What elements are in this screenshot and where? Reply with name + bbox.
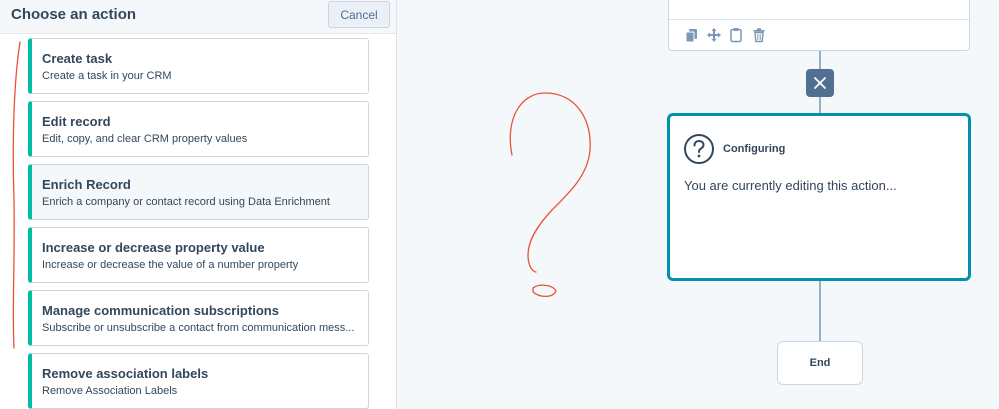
action-description: Enrich a company or contact record using… xyxy=(42,196,330,208)
action-description: Edit, copy, and clear CRM property value… xyxy=(42,133,248,145)
connector-line xyxy=(819,51,821,69)
action-title: Create task xyxy=(42,51,113,66)
connector-line xyxy=(819,281,821,341)
action-enrich-record[interactable]: Enrich Record Enrich a company or contac… xyxy=(28,164,369,220)
action-description: Remove Association Labels xyxy=(42,385,178,397)
action-list: Create task Create a task in your CRM Ed… xyxy=(0,34,396,409)
connector-line xyxy=(819,97,821,113)
action-description: Increase or decrease the value of a numb… xyxy=(42,259,299,271)
action-edit-record[interactable]: Edit record Edit, copy, and clear CRM pr… xyxy=(28,101,369,157)
close-icon xyxy=(814,77,826,89)
action-description: Subscribe or unsubscribe a contact from … xyxy=(42,322,355,334)
cancel-button[interactable]: Cancel xyxy=(328,1,390,28)
trash-icon[interactable] xyxy=(751,27,767,43)
clipboard-icon[interactable] xyxy=(728,27,744,43)
action-description: Create a task in your CRM xyxy=(42,70,172,82)
panel-header: Choose an action Cancel xyxy=(0,0,396,34)
end-label: End xyxy=(809,357,831,369)
move-icon[interactable] xyxy=(706,27,722,43)
action-panel: Choose an action Cancel Create task Crea… xyxy=(0,0,397,409)
previous-action-card[interactable] xyxy=(668,0,970,51)
action-create-task[interactable]: Create task Create a task in your CRM xyxy=(28,38,369,94)
action-title: Increase or decrease property value xyxy=(42,240,265,255)
card-divider xyxy=(669,19,969,20)
configuring-title: Configuring xyxy=(723,143,786,155)
question-circle-icon xyxy=(684,134,714,164)
close-node-button[interactable] xyxy=(806,69,834,97)
action-remove-association-labels[interactable]: Remove association labels Remove Associa… xyxy=(28,353,369,409)
action-manage-subscriptions[interactable]: Manage communication subscriptions Subsc… xyxy=(28,290,369,346)
end-node[interactable]: End xyxy=(777,341,863,385)
workflow-canvas[interactable]: Configuring You are currently editing th… xyxy=(397,0,999,409)
copy-icon[interactable] xyxy=(684,27,700,43)
action-title: Remove association labels xyxy=(42,366,209,381)
action-title: Manage communication subscriptions xyxy=(42,303,279,318)
action-title: Edit record xyxy=(42,114,111,129)
configuring-card[interactable]: Configuring You are currently editing th… xyxy=(667,113,971,281)
configuring-text: You are currently editing this action... xyxy=(684,178,897,193)
panel-title: Choose an action xyxy=(11,6,137,23)
action-increase-decrease-property[interactable]: Increase or decrease property value Incr… xyxy=(28,227,369,283)
action-title: Enrich Record xyxy=(42,177,131,192)
